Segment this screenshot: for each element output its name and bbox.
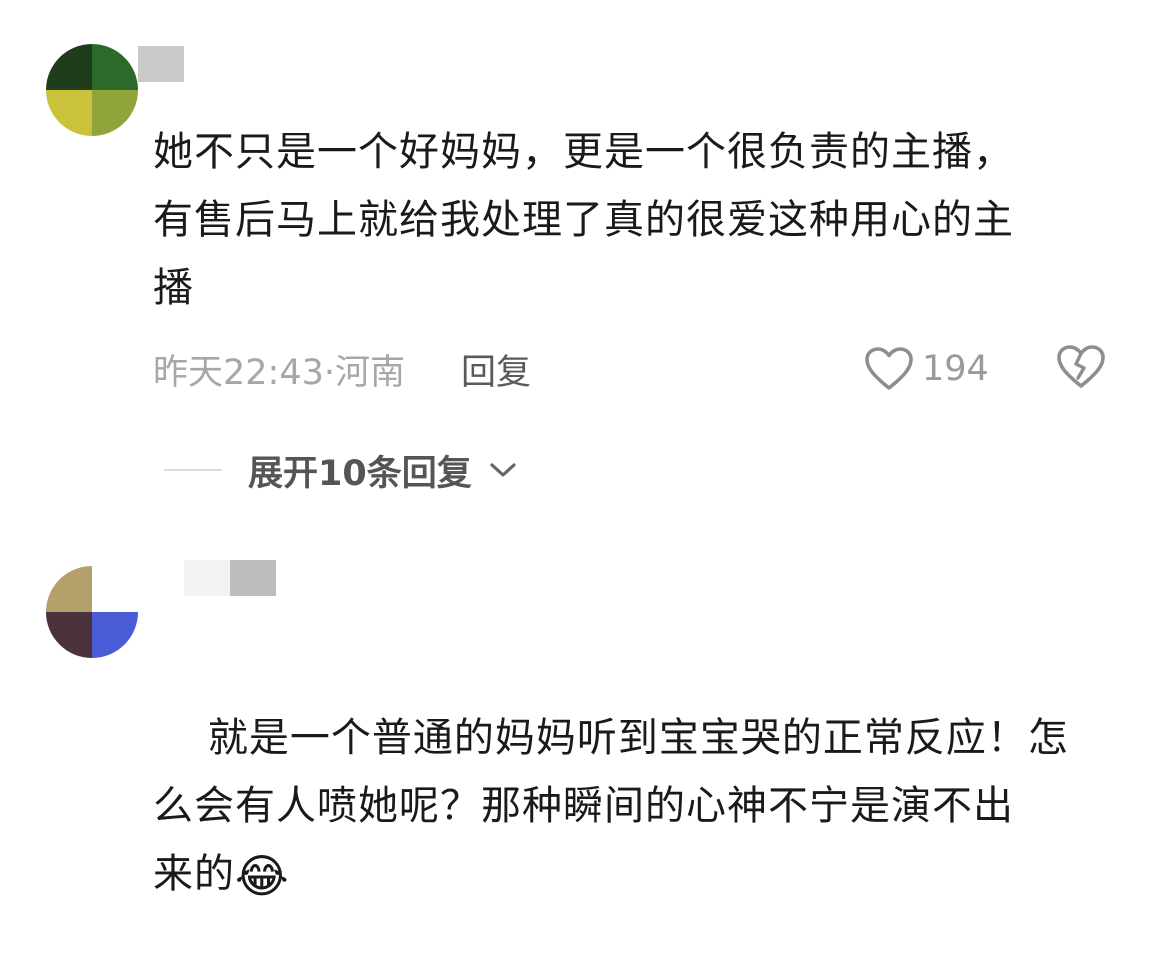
comment-text: 她不只是一个好妈妈，更是一个很负责的主播， 有售后马上就给我处理了真的很爱这种用… xyxy=(153,129,1014,311)
avatar[interactable] xyxy=(46,44,138,136)
like-count: 194 xyxy=(922,349,989,389)
expand-replies-label: 展开10条回复 xyxy=(248,453,472,494)
expand-replies-button[interactable]: 展开10条回复 xyxy=(164,444,518,496)
username[interactable] xyxy=(138,46,184,82)
reply-button[interactable]: 回复 xyxy=(461,344,531,395)
divider-line xyxy=(164,469,222,471)
like-button[interactable]: 194 xyxy=(864,342,989,396)
broken-heart-icon xyxy=(1057,345,1105,388)
comment-body: 就是一个普通的妈妈听到宝宝哭的正常反应！怎 么会有人喷她呢？那种瞬间的心神不宁是… xyxy=(153,715,1069,897)
dislike-button[interactable] xyxy=(1056,344,1106,394)
avatar[interactable] xyxy=(46,566,138,658)
username[interactable] xyxy=(184,560,276,596)
comment-text: 就是一个普通的妈妈听到宝宝哭的正常反应！怎 么会有人喷她呢？那种瞬间的心神不宁是… xyxy=(153,636,1113,978)
heart-outline-icon xyxy=(865,347,913,390)
laughing-crying-emoji: 😂 xyxy=(235,849,290,903)
comment-time-location: 昨天22:43·河南 xyxy=(153,352,405,393)
chevron-down-icon xyxy=(490,463,516,477)
